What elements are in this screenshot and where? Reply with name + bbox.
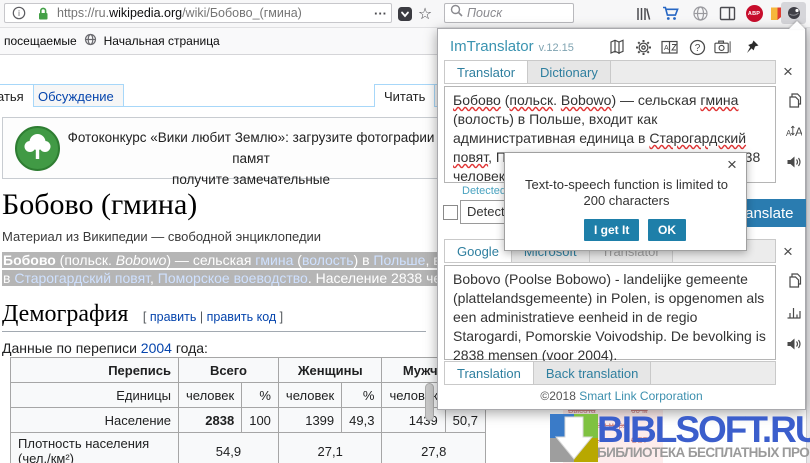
stats-icon[interactable]: [785, 303, 803, 321]
census-intro: Данные по переписи 2004 года:: [2, 340, 208, 356]
speaker-icon[interactable]: [785, 153, 803, 171]
tts-limit-dialog: × Text-to-speech function is limited to …: [504, 152, 747, 251]
demography-table: Перепись Всего Женщины Мужчины Единицы ч…: [10, 357, 486, 463]
bookmarks-bar: посещаемые Начальная страница: [0, 28, 441, 54]
tab-dictionary[interactable]: Dictionary: [528, 61, 611, 83]
page-title: Бобово (гмина): [2, 188, 197, 222]
search-placeholder: Поиск: [467, 6, 502, 20]
close-icon[interactable]: ×: [727, 158, 737, 172]
search-input[interactable]: Поиск: [444, 3, 574, 23]
selected-text-line1: Бобово (польск. Bobowo) — сельская гмина…: [2, 252, 437, 268]
copy-icon[interactable]: [785, 271, 803, 289]
popup-footer[interactable]: ©2018 Smart Link Corporation: [438, 389, 805, 403]
table-row: Плотность населения (чел./км²) 54,9 27,1…: [11, 433, 486, 463]
tab-translation[interactable]: Translation: [445, 361, 534, 384]
dialog-message: Text-to-speech function is limited to 20…: [515, 177, 738, 209]
section-heading: Демография [ править | править код ]: [2, 301, 426, 332]
wiki-banner[interactable]: Фотоконкурс «Вики любит Землю»: загрузит…: [2, 117, 452, 179]
screenshot-icon[interactable]: [714, 38, 732, 56]
i-get-it-button[interactable]: I get It: [584, 219, 639, 241]
svg-text:?: ?: [694, 43, 700, 54]
banner-line1: Фотоконкурс «Вики любит Землю»: загрузит…: [65, 127, 437, 169]
map-icon[interactable]: [608, 38, 626, 56]
svg-text:A: A: [664, 45, 669, 52]
browser-toolbar: i https://ru.wikipedia.org/wiki/Бобово_(…: [0, 0, 810, 28]
page-subtitle: Материал из Википедии — свободной энцикл…: [2, 229, 321, 244]
table-row: Население 2838 100 1399 49,3 1439 50,7: [11, 408, 486, 433]
ok-button[interactable]: OK: [648, 219, 686, 241]
close-icon[interactable]: ×: [783, 245, 793, 259]
tab-translator[interactable]: Translator: [445, 60, 528, 83]
search-icon: [450, 4, 463, 22]
home-globe-icon: [84, 33, 97, 49]
banner-line2: получите замечательные: [65, 169, 437, 190]
pocket-icon[interactable]: [395, 4, 415, 23]
table-row: Единицы человек % человек % человек %: [11, 383, 486, 408]
close-icon[interactable]: ×: [783, 65, 793, 79]
help-icon[interactable]: ?: [688, 38, 706, 56]
window-scrollbar-track[interactable]: [806, 28, 810, 463]
section-edit-links[interactable]: [ править | править код ]: [143, 310, 283, 324]
translation-history-icon[interactable]: A: [661, 38, 679, 56]
svg-text:A: A: [795, 125, 802, 139]
table-header-row: Перепись Всего Женщины Мужчины: [11, 358, 486, 383]
divider: [0, 106, 437, 107]
sidebar-icon[interactable]: [717, 4, 737, 23]
library-icon[interactable]: [633, 4, 653, 23]
biblsoft-logo: [550, 414, 598, 463]
translator-tabs: Translator Dictionary: [444, 60, 776, 84]
detect-checkbox[interactable]: [443, 205, 458, 220]
bookmark-home[interactable]: Начальная страница: [104, 34, 220, 48]
cart-icon[interactable]: [661, 4, 681, 23]
gear-icon[interactable]: [634, 38, 652, 56]
adblock-plus-icon[interactable]: ABP: [744, 4, 764, 23]
font-size-icon[interactable]: AA: [785, 122, 803, 140]
selected-text-line2: в Старогардский повят, Поморское воеводс…: [2, 270, 437, 286]
globe-icon[interactable]: [690, 4, 710, 23]
col-census: Перепись: [11, 358, 179, 383]
address-bar[interactable]: i https://ru.wikipedia.org/wiki/Бобово_(…: [4, 3, 392, 23]
result-mode-tabs: Translation Back translation: [444, 361, 776, 385]
tab-read[interactable]: Читать: [374, 84, 435, 107]
pin-icon[interactable]: [743, 38, 761, 56]
wiki-loves-earth-logo: [14, 125, 61, 177]
tab-article[interactable]: атья: [0, 84, 34, 107]
url-text[interactable]: https://ru.wikipedia.org/wiki/Бобово_(гм…: [57, 6, 370, 20]
popup-anchor-arrow: [789, 21, 805, 29]
bookmark-frequent[interactable]: посещаемые: [4, 34, 77, 48]
screen: i https://ru.wikipedia.org/wiki/Бобово_(…: [0, 0, 810, 463]
section-title: Демография: [2, 301, 128, 327]
bookmark-star-icon[interactable]: ☆: [415, 4, 435, 23]
detected-label: Detected: [462, 185, 506, 197]
tab-back-translation[interactable]: Back translation: [534, 362, 652, 384]
result-text-area[interactable]: Bobovo (Poolse Bobowo) - landelijke geme…: [444, 265, 776, 360]
col-total: Всего: [179, 358, 279, 383]
tab-talk[interactable]: Обсуждение: [28, 84, 124, 107]
page-scrollbar-thumb[interactable]: [425, 383, 434, 421]
popup-title: ImTranslator: [450, 38, 534, 55]
speaker-icon[interactable]: [785, 335, 803, 353]
tab-google[interactable]: Google: [445, 239, 512, 262]
col-women: Женщины: [278, 358, 382, 383]
lock-icon[interactable]: [33, 3, 53, 23]
popup-version: v.12.15: [539, 42, 574, 54]
info-icon[interactable]: i: [9, 3, 29, 23]
watermark-subtitle: БИБЛИОТЕКА БЕСПЛАТНЫХ ПРОГРАММ: [597, 445, 810, 460]
svg-text:i: i: [18, 9, 20, 18]
svg-text:A: A: [786, 129, 792, 138]
divider: [0, 54, 437, 55]
copy-icon[interactable]: [785, 91, 803, 109]
page-actions-icon[interactable]: ···: [374, 6, 387, 21]
